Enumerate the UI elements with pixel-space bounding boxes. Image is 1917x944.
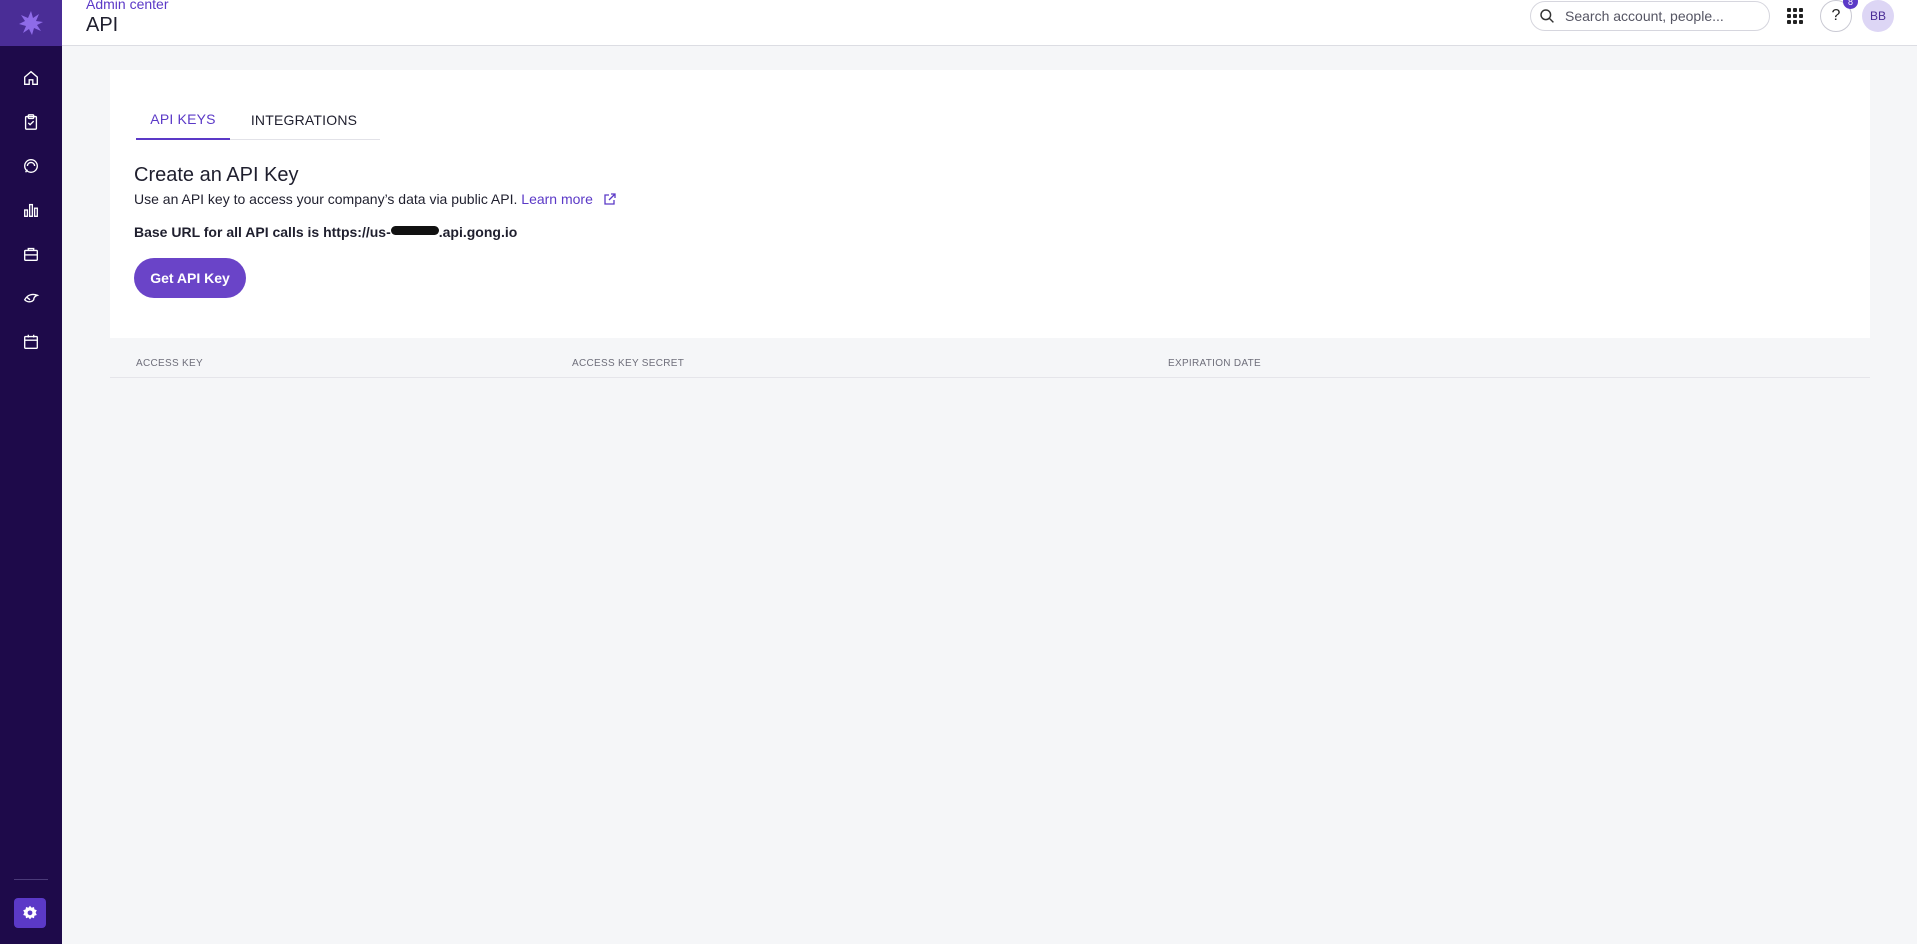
sidebar-item-deals[interactable] — [17, 240, 45, 268]
sidebar-item-engage[interactable] — [17, 284, 45, 312]
chat-bubbles-icon — [24, 159, 38, 173]
calendar-icon — [24, 334, 38, 349]
description-text: Use an API key to access your company’s … — [134, 191, 518, 207]
external-link-icon[interactable] — [603, 192, 617, 206]
tab-api-keys[interactable]: API KEYS — [136, 100, 230, 140]
home-icon — [24, 70, 38, 85]
search-icon — [1540, 9, 1554, 23]
bar-chart-icon — [24, 203, 38, 217]
clipboard-check-icon — [24, 114, 38, 130]
tab-bar: API KEYS INTEGRATIONS — [136, 100, 380, 140]
api-keys-table-header: ACCESS KEY ACCESS KEY SECRET EXPIRATION … — [110, 354, 1870, 378]
gong-logo[interactable] — [0, 0, 62, 46]
redacted-subdomain — [390, 226, 439, 235]
search-input[interactable] — [1563, 7, 1753, 25]
section-description: Use an API key to access your company’s … — [134, 191, 617, 207]
gong-logo-icon — [19, 11, 43, 35]
learn-more-link[interactable]: Learn more — [521, 191, 593, 207]
column-header-access-key-secret: ACCESS KEY SECRET — [572, 358, 685, 369]
sidebar-item-insights[interactable] — [17, 196, 45, 224]
base-url-prefix: Base URL for all API calls is https://us… — [134, 224, 391, 240]
sidebar-item-settings[interactable] — [14, 898, 46, 928]
search-box[interactable] — [1530, 1, 1770, 31]
tab-integrations[interactable]: INTEGRATIONS — [244, 100, 364, 140]
breadcrumb-admin-center[interactable]: Admin center — [86, 0, 168, 12]
apps-grid-button[interactable] — [1782, 3, 1808, 29]
grid-icon — [1787, 8, 1803, 24]
column-header-expiration-date: EXPIRATION DATE — [1168, 358, 1262, 369]
base-url-text: Base URL for all API calls is https://us… — [134, 224, 517, 240]
sidebar-item-conversations[interactable] — [17, 152, 45, 180]
sidebar — [0, 0, 62, 944]
get-api-key-button[interactable]: Get API Key — [134, 258, 246, 298]
top-header: Admin center API ? 8 BB — [62, 0, 1917, 46]
gear-icon — [23, 905, 37, 920]
page-title: API — [86, 14, 119, 36]
sidebar-item-tasks[interactable] — [17, 108, 45, 136]
column-header-access-key: ACCESS KEY — [136, 358, 203, 369]
sidebar-item-home[interactable] — [17, 64, 45, 92]
bird-icon — [23, 293, 40, 303]
user-avatar[interactable]: BB — [1862, 0, 1894, 32]
sidebar-divider — [14, 879, 48, 880]
help-notification-badge: 8 — [1843, 0, 1858, 9]
briefcase-icon — [24, 247, 38, 261]
sidebar-item-calendar[interactable] — [17, 328, 45, 356]
base-url-suffix: .api.gong.io — [438, 224, 518, 240]
api-card: API KEYS INTEGRATIONS Create an API Key … — [110, 70, 1870, 338]
section-title: Create an API Key — [134, 164, 299, 186]
